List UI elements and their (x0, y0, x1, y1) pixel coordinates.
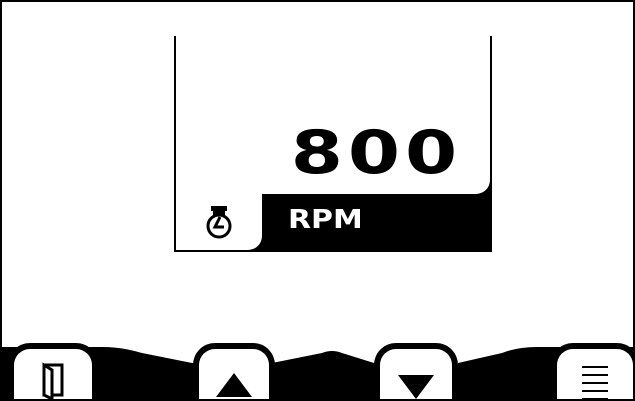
down-button[interactable] (374, 343, 458, 399)
rpm-value: 800 (290, 118, 462, 188)
rpm-unit-label: RPM (288, 205, 363, 235)
engine-speed-icon (206, 206, 232, 239)
display-screen: 800 RPM (0, 0, 635, 401)
arrow-down-icon (398, 375, 434, 399)
exit-button[interactable] (8, 343, 98, 399)
menu-button[interactable] (551, 343, 633, 399)
door-exit-icon (42, 362, 64, 399)
up-button[interactable] (193, 343, 275, 399)
rpm-gauge-panel: 800 RPM (174, 36, 492, 252)
arrow-up-icon (216, 373, 252, 397)
menu-lines-icon (582, 366, 608, 399)
